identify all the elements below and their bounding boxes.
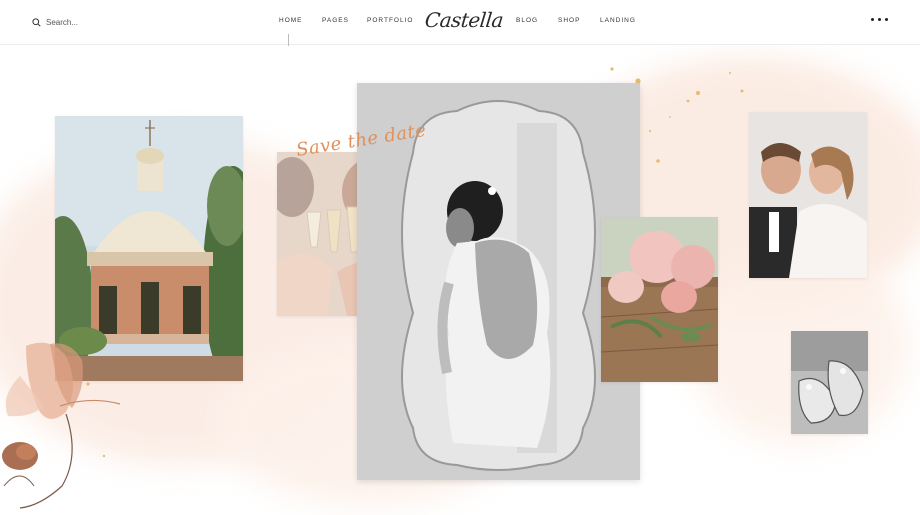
nav-shop[interactable]: SHOP <box>558 17 580 24</box>
more-dots-icon[interactable] <box>871 18 888 21</box>
nav-pages[interactable]: PAGES <box>322 17 349 24</box>
site-header: HOME PAGES PORTFOLIO Castella BLOG SHOP … <box>0 0 920 46</box>
search-input[interactable] <box>46 15 126 29</box>
nav-portfolio[interactable]: PORTFOLIO <box>367 17 413 24</box>
nav-landing[interactable]: LANDING <box>600 17 636 24</box>
nav-blog[interactable]: BLOG <box>516 17 538 24</box>
bridal-shoes-photo <box>791 331 868 434</box>
nav-home[interactable]: HOME <box>279 17 303 24</box>
watercolor-flower-illustration <box>2 342 121 509</box>
couple-kiss-photo <box>749 112 867 278</box>
peonies-photo <box>601 217 718 382</box>
hero-collage: Save the date <box>0 46 920 515</box>
nav-divider <box>288 34 289 46</box>
search-box[interactable] <box>32 15 126 29</box>
search-icon[interactable] <box>32 17 41 27</box>
site-logo[interactable]: Castella <box>424 8 505 32</box>
